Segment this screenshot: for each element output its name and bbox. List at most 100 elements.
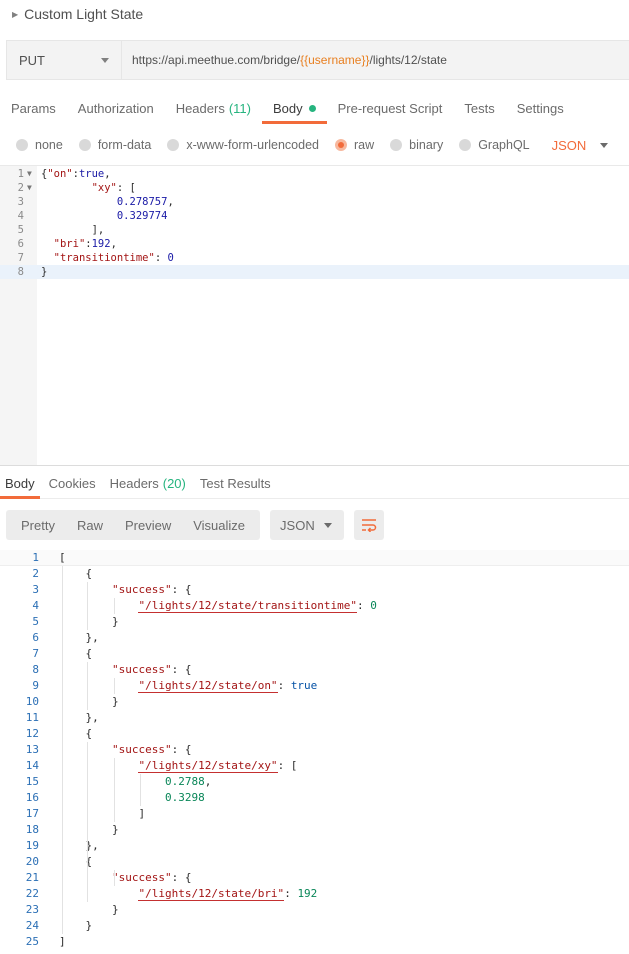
code-text: } bbox=[41, 266, 48, 278]
code-line: 8} bbox=[0, 265, 629, 279]
indent-guide bbox=[87, 582, 88, 630]
line-number: 20 bbox=[25, 855, 39, 868]
radio-icon[interactable] bbox=[335, 139, 347, 151]
response-code-text: { bbox=[59, 647, 93, 660]
caret-right-icon[interactable]: ▶ bbox=[12, 10, 18, 19]
code-line: 3 0.278757, bbox=[0, 195, 629, 209]
response-tab-body[interactable]: Body bbox=[0, 467, 40, 499]
fold-arrow-icon[interactable]: ▼ bbox=[27, 167, 32, 181]
response-view-group: Pretty Raw Preview Visualize bbox=[6, 510, 261, 540]
body-type-binary[interactable]: binary bbox=[390, 138, 443, 152]
line-number: 18 bbox=[25, 823, 39, 836]
code-line: 4 0.329774 bbox=[0, 209, 629, 223]
line-number: 19 bbox=[25, 839, 39, 852]
response-code-text: }, bbox=[59, 839, 99, 852]
line-number: 8 bbox=[32, 663, 39, 676]
response-line: 25] bbox=[0, 934, 629, 950]
line-number: 7 bbox=[32, 647, 39, 660]
response-tab-test-results[interactable]: Test Results bbox=[195, 467, 276, 499]
fold-arrow-icon[interactable]: ▼ bbox=[27, 181, 32, 195]
response-tab-headers[interactable]: Headers (20) bbox=[105, 467, 191, 499]
line-number: 8 bbox=[17, 266, 24, 278]
response-line: 5 } bbox=[0, 614, 629, 630]
response-code-text: }, bbox=[59, 631, 99, 644]
line-number: 6 bbox=[32, 631, 39, 644]
url-suffix: /lights/12/state bbox=[369, 53, 447, 67]
url-input[interactable]: https://api.meethue.com/bridge/{{usernam… bbox=[122, 40, 629, 80]
body-type-raw[interactable]: raw bbox=[335, 138, 374, 152]
radio-icon[interactable] bbox=[167, 139, 180, 151]
radio-icon[interactable] bbox=[459, 139, 472, 151]
response-code-text: "/lights/12/state/transitiontime": 0 bbox=[138, 599, 377, 613]
view-preview[interactable]: Preview bbox=[114, 510, 182, 540]
radio-icon[interactable] bbox=[390, 139, 403, 151]
response-line: 24 } bbox=[0, 918, 629, 934]
body-type-none[interactable]: none bbox=[16, 138, 63, 152]
view-pretty[interactable]: Pretty bbox=[10, 510, 66, 540]
body-format-select[interactable]: JSON bbox=[552, 138, 609, 153]
body-type-label: form-data bbox=[97, 138, 152, 152]
url-variable: {{username}} bbox=[300, 53, 370, 67]
response-line: 23 } bbox=[0, 902, 629, 918]
tab-body[interactable]: Body bbox=[261, 92, 327, 124]
response-line: 2 { bbox=[0, 566, 629, 582]
pane-divider[interactable] bbox=[0, 465, 629, 466]
code-line: 2 ▼ "xy": [ bbox=[0, 181, 629, 195]
view-raw[interactable]: Raw bbox=[66, 510, 114, 540]
body-type-form-data[interactable]: form-data bbox=[78, 138, 152, 152]
response-code-text: "success": { bbox=[111, 743, 192, 756]
response-format-label: JSON bbox=[280, 517, 315, 533]
code-line: 7 "transitiontime": 0 bbox=[0, 251, 629, 265]
request-tabs: Params Authorization Headers (11) Body Pre-re… bbox=[0, 92, 629, 124]
tab-settings[interactable]: Settings bbox=[506, 92, 575, 124]
line-number: 14 bbox=[25, 759, 39, 772]
body-type-label: binary bbox=[409, 138, 444, 152]
line-number: 5 bbox=[17, 224, 24, 236]
request-title-bar[interactable]: ▶ Custom Light State bbox=[0, 0, 629, 28]
response-code-text: "/lights/12/state/on": true bbox=[138, 679, 318, 693]
response-code-text: } bbox=[59, 615, 119, 628]
tab-tests[interactable]: Tests bbox=[453, 92, 505, 124]
response-tab-label: Body bbox=[5, 475, 35, 491]
tab-authorization[interactable]: Authorization bbox=[67, 92, 165, 124]
line-number: 3 bbox=[32, 583, 39, 596]
body-type-x-www-form-urlencoded[interactable]: x-www-form-urlencoded bbox=[167, 138, 319, 152]
request-body-editor[interactable]: 1 ▼ {"on":true, 2 ▼ "xy": [3 0.278757, 4 0.32… bbox=[0, 165, 629, 466]
tab-pre-request-script[interactable]: Pre-request Script bbox=[327, 92, 454, 124]
code-text: "transitiontime": 0 bbox=[53, 252, 174, 264]
response-code-text: "success": { bbox=[111, 871, 192, 884]
code-text: {"on":true, bbox=[41, 168, 111, 180]
response-code-text: 0.3298 bbox=[164, 791, 205, 804]
indent-guide bbox=[114, 870, 115, 886]
line-number: 6 bbox=[17, 238, 24, 250]
response-code-text: { bbox=[59, 567, 93, 580]
response-line: 16 0.3298 bbox=[0, 790, 629, 806]
wrap-lines-button[interactable] bbox=[354, 510, 385, 540]
tab-headers[interactable]: Headers (11) bbox=[165, 92, 262, 124]
body-type-label: none bbox=[35, 138, 63, 152]
response-toolbar: Pretty Raw Preview Visualize JSON bbox=[6, 510, 385, 540]
response-code-text: } bbox=[59, 823, 119, 836]
response-line: 19 }, bbox=[0, 838, 629, 854]
method-label: PUT bbox=[19, 52, 45, 68]
response-line: 13 "success": { bbox=[0, 742, 629, 758]
response-format-select[interactable]: JSON bbox=[270, 510, 345, 540]
view-visualize[interactable]: Visualize bbox=[182, 510, 256, 540]
tab-params[interactable]: Params bbox=[0, 92, 67, 124]
response-code-text: }, bbox=[59, 711, 99, 724]
response-line: 20 { bbox=[0, 854, 629, 870]
line-number: 11 bbox=[25, 711, 39, 724]
line-number: 22 bbox=[25, 887, 39, 900]
response-line: 3 "success": { bbox=[0, 582, 629, 598]
indent-guide bbox=[140, 774, 141, 806]
body-type-graphql[interactable]: GraphQL bbox=[459, 138, 530, 152]
response-tab-cookies[interactable]: Cookies bbox=[44, 467, 101, 499]
radio-icon[interactable] bbox=[16, 139, 28, 151]
radio-icon[interactable] bbox=[78, 139, 91, 151]
line-number: 7 bbox=[17, 252, 24, 264]
response-code-text: ] bbox=[59, 935, 66, 948]
method-select[interactable]: PUT bbox=[6, 40, 122, 80]
response-line: 9 "/lights/12/state/on": true bbox=[0, 678, 629, 694]
response-code-text: "/lights/12/state/bri": 192 bbox=[138, 887, 318, 901]
response-code-text: 0.2788, bbox=[164, 775, 212, 788]
